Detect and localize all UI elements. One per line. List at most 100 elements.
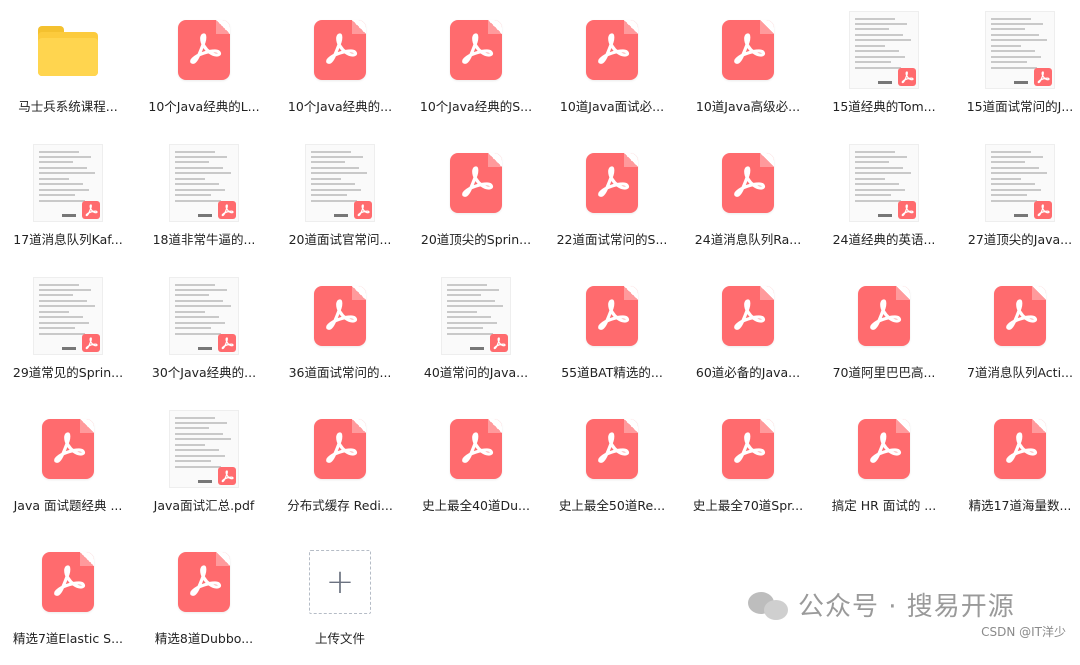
item-label: 30个Java经典的... (151, 365, 257, 380)
item-icon (708, 276, 788, 356)
item-label: 24道消息队列Ra... (694, 232, 802, 247)
pdf-icon (42, 552, 94, 612)
file-item[interactable]: 史上最全50道Re... (544, 399, 680, 532)
file-item[interactable]: 10道Java高级必... (680, 0, 816, 133)
pdf-icon (450, 419, 502, 479)
file-item[interactable]: 17道消息队列Kaf... (0, 133, 136, 266)
file-item[interactable]: 36道面试常问的... (272, 266, 408, 399)
item-icon (844, 409, 924, 489)
pdf-thumbnail (849, 144, 919, 222)
pdf-badge-icon (490, 334, 508, 352)
file-item[interactable]: 40道常问的Java... (408, 266, 544, 399)
file-item[interactable]: 24道消息队列Ra... (680, 133, 816, 266)
pdf-thumbnail (169, 277, 239, 355)
item-icon (164, 276, 244, 356)
file-item[interactable]: 史上最全40道Du... (408, 399, 544, 532)
file-item[interactable]: 27道顶尖的Java... (952, 133, 1080, 266)
item-icon (844, 10, 924, 90)
item-icon (572, 10, 652, 90)
item-label: 马士兵系统课程... (18, 99, 118, 114)
pdf-icon (314, 286, 366, 346)
file-item[interactable]: 20道面试官常问... (272, 133, 408, 266)
upload-file-button[interactable]: + 上传文件 (272, 532, 408, 665)
file-item[interactable]: 精选17道海量数... (952, 399, 1080, 532)
item-icon (300, 143, 380, 223)
pdf-icon (178, 552, 230, 612)
pdf-badge-icon (82, 334, 100, 352)
item-icon (708, 409, 788, 489)
item-label: 10道Java高级必... (695, 99, 801, 114)
file-item[interactable]: 20道顶尖的Sprin... (408, 133, 544, 266)
pdf-badge-icon (1034, 201, 1052, 219)
file-item[interactable]: 7道消息队列Acti... (952, 266, 1080, 399)
item-icon (164, 143, 244, 223)
file-item[interactable]: 24道经典的英语... (816, 133, 952, 266)
folder-icon (38, 24, 98, 76)
item-label: 60道必备的Java... (695, 365, 801, 380)
file-item[interactable]: 30个Java经典的... (136, 266, 272, 399)
item-icon (844, 276, 924, 356)
pdf-icon (722, 286, 774, 346)
file-item[interactable]: 22道面试常问的S... (544, 133, 680, 266)
pdf-icon (450, 20, 502, 80)
plus-icon: + (309, 550, 371, 614)
item-label: 15道面试常问的J... (966, 99, 1074, 114)
pdf-thumbnail (305, 144, 375, 222)
file-item[interactable]: 精选8道Dubbo... (136, 532, 272, 665)
item-label: 20道面试官常问... (288, 232, 392, 247)
item-label: 24道经典的英语... (832, 232, 936, 247)
pdf-icon (450, 153, 502, 213)
item-icon (708, 10, 788, 90)
pdf-thumbnail (169, 144, 239, 222)
item-icon: + (300, 542, 380, 622)
file-item[interactable]: Java面试汇总.pdf (136, 399, 272, 532)
file-item[interactable]: 55道BAT精选的... (544, 266, 680, 399)
file-item[interactable]: 10个Java经典的S... (408, 0, 544, 133)
folder-item[interactable]: 马士兵系统课程... (0, 0, 136, 133)
file-item[interactable]: 搞定 HR 面试的 ... (816, 399, 952, 532)
watermark: 公众号 · 搜易开源 (748, 586, 1015, 623)
item-label: 20道顶尖的Sprin... (420, 232, 532, 247)
file-item[interactable]: 10个Java经典的L... (136, 0, 272, 133)
file-item[interactable]: 史上最全70道Spr... (680, 399, 816, 532)
pdf-icon (858, 286, 910, 346)
item-label: 史上最全50道Re... (558, 498, 666, 513)
item-label: 70道阿里巴巴高... (832, 365, 936, 380)
file-item[interactable]: 分布式缓存 Redi... (272, 399, 408, 532)
pdf-icon (722, 20, 774, 80)
pdf-icon (722, 419, 774, 479)
file-item[interactable]: 10道Java面试必... (544, 0, 680, 133)
item-label: 10个Java经典的... (287, 99, 393, 114)
item-icon (164, 10, 244, 90)
item-label: 史上最全70道Spr... (692, 498, 804, 513)
item-icon (436, 276, 516, 356)
item-icon (300, 10, 380, 90)
item-label: 17道消息队列Kaf... (13, 232, 123, 247)
pdf-thumbnail (33, 144, 103, 222)
item-icon (300, 276, 380, 356)
file-item[interactable]: 70道阿里巴巴高... (816, 266, 952, 399)
file-item[interactable]: 精选7道Elastic S... (0, 532, 136, 665)
pdf-badge-icon (1034, 68, 1052, 86)
pdf-icon (722, 153, 774, 213)
item-label: 10道Java面试必... (559, 99, 665, 114)
pdf-thumbnail (169, 410, 239, 488)
file-item[interactable]: 10个Java经典的... (272, 0, 408, 133)
item-label: 22道面试常问的S... (556, 232, 668, 247)
wechat-icon (748, 588, 790, 622)
item-icon (980, 10, 1060, 90)
file-item[interactable]: 15道经典的Tom... (816, 0, 952, 133)
file-item[interactable]: 29道常见的Sprin... (0, 266, 136, 399)
file-grid: 马士兵系统课程... 10个Java经典的L... 10个Java经典的... … (0, 0, 1080, 665)
file-item[interactable]: 60道必备的Java... (680, 266, 816, 399)
item-icon (164, 409, 244, 489)
file-item[interactable]: 18道非常牛逼的... (136, 133, 272, 266)
item-label: 15道经典的Tom... (832, 99, 936, 114)
item-icon (844, 143, 924, 223)
file-item[interactable]: 15道面试常问的J... (952, 0, 1080, 133)
item-icon (980, 143, 1060, 223)
item-icon (436, 10, 516, 90)
item-label: 精选7道Elastic S... (12, 631, 124, 646)
file-item[interactable]: Java 面试题经典 ... (0, 399, 136, 532)
item-label: 7道消息队列Acti... (967, 365, 1073, 380)
